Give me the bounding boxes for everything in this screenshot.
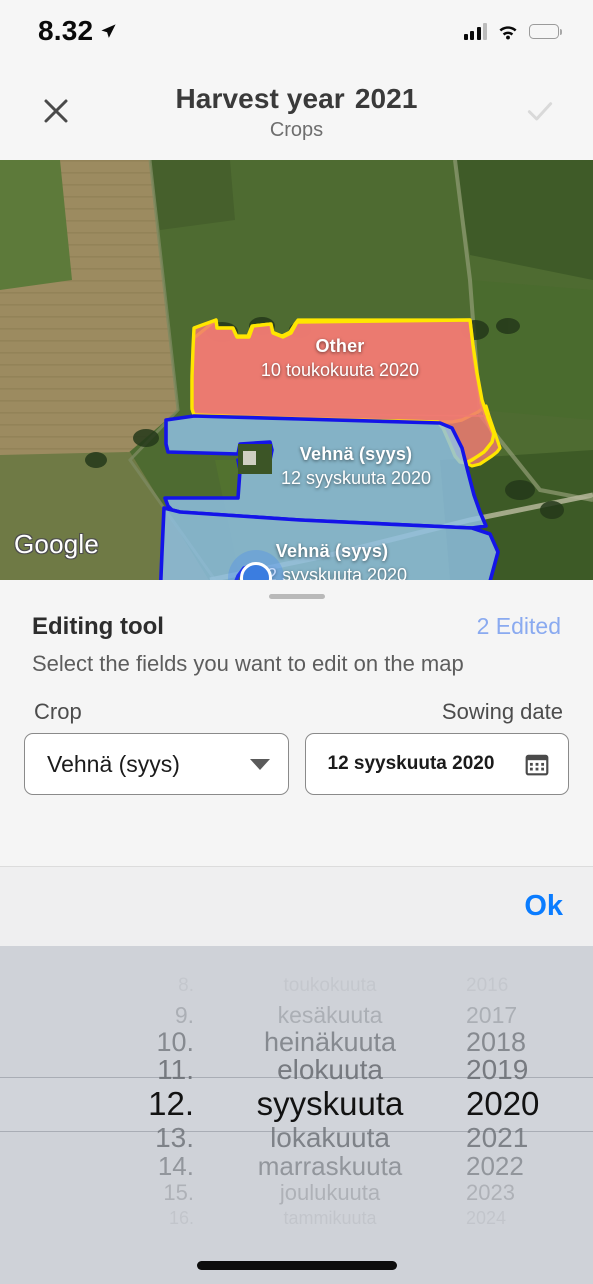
picker-day: 8. <box>178 975 194 997</box>
page-header: Harvest year 2021 Crops <box>0 62 593 160</box>
crop-label: Crop <box>34 699 82 724</box>
status-bar-left: 8.32 <box>38 15 117 47</box>
picker-day: 15. <box>163 1180 194 1206</box>
map-canvas <box>0 160 593 580</box>
chevron-down-icon <box>249 758 270 770</box>
location-arrow-icon <box>101 23 116 38</box>
picker-month: joulukuuta <box>279 1180 381 1206</box>
google-attribution: Google <box>14 529 100 559</box>
ok-button[interactable]: Ok <box>524 890 563 923</box>
picker-toolbar: Ok <box>0 866 593 946</box>
close-icon <box>44 99 68 123</box>
status-bar-right <box>463 22 562 40</box>
picker-year: 2023 <box>466 1180 515 1206</box>
picker-year: 2024 <box>466 1207 507 1228</box>
page-title-text: Harvest year <box>175 82 345 114</box>
sowing-date-label: Sowing date <box>441 699 563 724</box>
app-root: 8.32 Harvest year 2021 Crops Other 10 to… <box>0 0 593 1284</box>
page-title: Harvest year 2021 <box>0 83 593 115</box>
editing-sheet: Editing tool 2 Edited Select the fields … <box>0 580 593 866</box>
battery-icon <box>529 23 562 39</box>
crop-field-group: Crop Vehnä (syys) <box>24 699 289 795</box>
sheet-description: Select the fields you want to edit on th… <box>32 651 464 676</box>
cellular-signal-icon <box>463 22 487 40</box>
edit-form: Crop Vehnä (syys) Sowing date 12 syyskuu… <box>0 677 593 795</box>
close-button[interactable] <box>36 91 76 131</box>
edited-count-badge[interactable]: 2 Edited <box>477 613 561 640</box>
status-time: 8.32 <box>38 15 94 46</box>
sowing-date-field-group: Sowing date 12 syyskuuta 2020 <box>304 699 569 795</box>
header-titles: Harvest year 2021 Crops <box>0 81 593 142</box>
sheet-title: Editing tool <box>32 613 164 640</box>
home-indicator <box>196 1261 397 1270</box>
page-title-year: 2021 <box>354 82 418 114</box>
calendar-icon <box>525 754 549 776</box>
page-subtitle: Crops <box>269 118 324 141</box>
picker-month: toukokuuta <box>283 975 377 997</box>
status-bar: 8.32 <box>0 0 593 62</box>
picker-row[interactable]: 16. tammikuuta 2024 <box>0 1204 593 1232</box>
picker-day: 16. <box>168 1207 194 1228</box>
sheet-header-row: Editing tool 2 Edited <box>0 599 593 641</box>
picker-year: 2016 <box>466 975 509 997</box>
crop-select[interactable]: Vehnä (syys) <box>24 733 289 795</box>
sowing-date-value: 12 syyskuuta 2020 <box>327 753 495 774</box>
confirm-button[interactable] <box>519 90 561 132</box>
sowing-date-input[interactable]: 12 syyskuuta 2020 <box>304 733 569 795</box>
checkmark-icon <box>527 102 553 121</box>
crop-value: Vehnä (syys) <box>47 750 180 777</box>
wifi-icon <box>499 25 517 39</box>
map-view[interactable]: Other 10 toukokuuta 2020 Vehnä (syys) 12… <box>0 160 593 580</box>
picker-month: tammikuuta <box>283 1207 377 1228</box>
date-picker-wheel[interactable]: 8. toukokuuta 2016 9. kesäkuuta 2017 10. heinäk… <box>0 946 593 1284</box>
